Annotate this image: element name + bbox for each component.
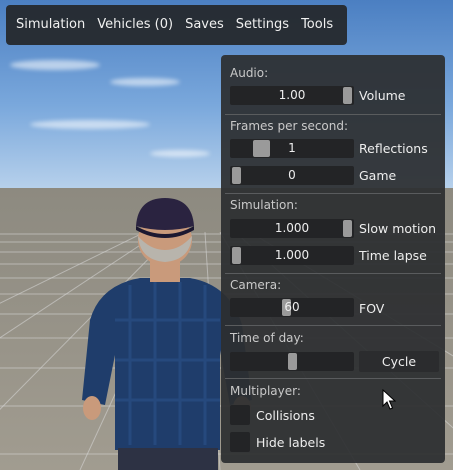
- divider: [225, 114, 441, 115]
- slider-handle[interactable]: [287, 353, 297, 370]
- cloud: [150, 150, 210, 157]
- fov-slider[interactable]: 60: [230, 298, 354, 317]
- slider-handle[interactable]: [232, 167, 241, 184]
- slow-motion-slider[interactable]: 1.000: [230, 219, 354, 238]
- cloud: [110, 78, 180, 86]
- divider: [225, 193, 441, 194]
- volume-slider[interactable]: 1.00: [230, 86, 354, 105]
- divider: [225, 273, 441, 274]
- time-lapse-value: 1.000: [274, 248, 310, 262]
- camera-section-title: Camera:: [230, 278, 282, 292]
- reflections-label: Reflections: [359, 141, 428, 156]
- time-of-day-section-title: Time of day:: [230, 331, 304, 345]
- volume-label: Volume: [359, 88, 406, 103]
- time-of-day-slider[interactable]: [230, 352, 354, 371]
- game-fps-slider[interactable]: 0: [230, 166, 354, 185]
- fps-section-title: Frames per second:: [230, 119, 349, 133]
- hide-labels-checkbox[interactable]: [230, 432, 250, 452]
- reflections-slider[interactable]: 1: [230, 139, 354, 158]
- top-menubar: Simulation Vehicles (0) Saves Settings T…: [6, 5, 347, 45]
- cloud: [10, 60, 100, 70]
- slider-handle[interactable]: [232, 247, 241, 264]
- volume-value: 1.00: [278, 88, 306, 102]
- hide-labels-label: Hide labels: [256, 435, 326, 450]
- divider: [225, 325, 441, 326]
- fov-label: FOV: [359, 301, 385, 316]
- slow-motion-value: 1.000: [274, 221, 310, 235]
- slider-handle[interactable]: [343, 87, 352, 104]
- mouse-pointer-icon: [382, 389, 396, 410]
- audio-section-title: Audio:: [230, 66, 269, 80]
- menu-vehicles[interactable]: Vehicles (0): [91, 5, 179, 45]
- simulation-section-title: Simulation:: [230, 198, 298, 212]
- slider-handle[interactable]: [252, 140, 270, 157]
- menu-simulation[interactable]: Simulation: [10, 5, 91, 45]
- menu-saves[interactable]: Saves: [179, 5, 230, 45]
- cycle-button[interactable]: Cycle: [359, 351, 439, 372]
- menu-tools[interactable]: Tools: [295, 5, 339, 45]
- collisions-checkbox[interactable]: [230, 405, 250, 425]
- divider: [225, 378, 441, 379]
- collisions-label: Collisions: [256, 408, 315, 423]
- reflections-value: 1: [288, 141, 296, 155]
- game-fps-label: Game: [359, 168, 397, 183]
- cloud: [30, 120, 150, 129]
- time-lapse-slider[interactable]: 1.000: [230, 246, 354, 265]
- settings-panel: Audio: 1.00 Volume Frames per second: 1 …: [221, 55, 445, 463]
- fov-value: 60: [284, 300, 300, 314]
- time-lapse-label: Time lapse: [359, 248, 427, 263]
- slow-motion-label: Slow motion: [359, 221, 437, 236]
- game-fps-value: 0: [288, 168, 296, 182]
- multiplayer-section-title: Multiplayer:: [230, 384, 301, 398]
- menu-settings[interactable]: Settings: [230, 5, 295, 45]
- slider-handle[interactable]: [343, 220, 352, 237]
